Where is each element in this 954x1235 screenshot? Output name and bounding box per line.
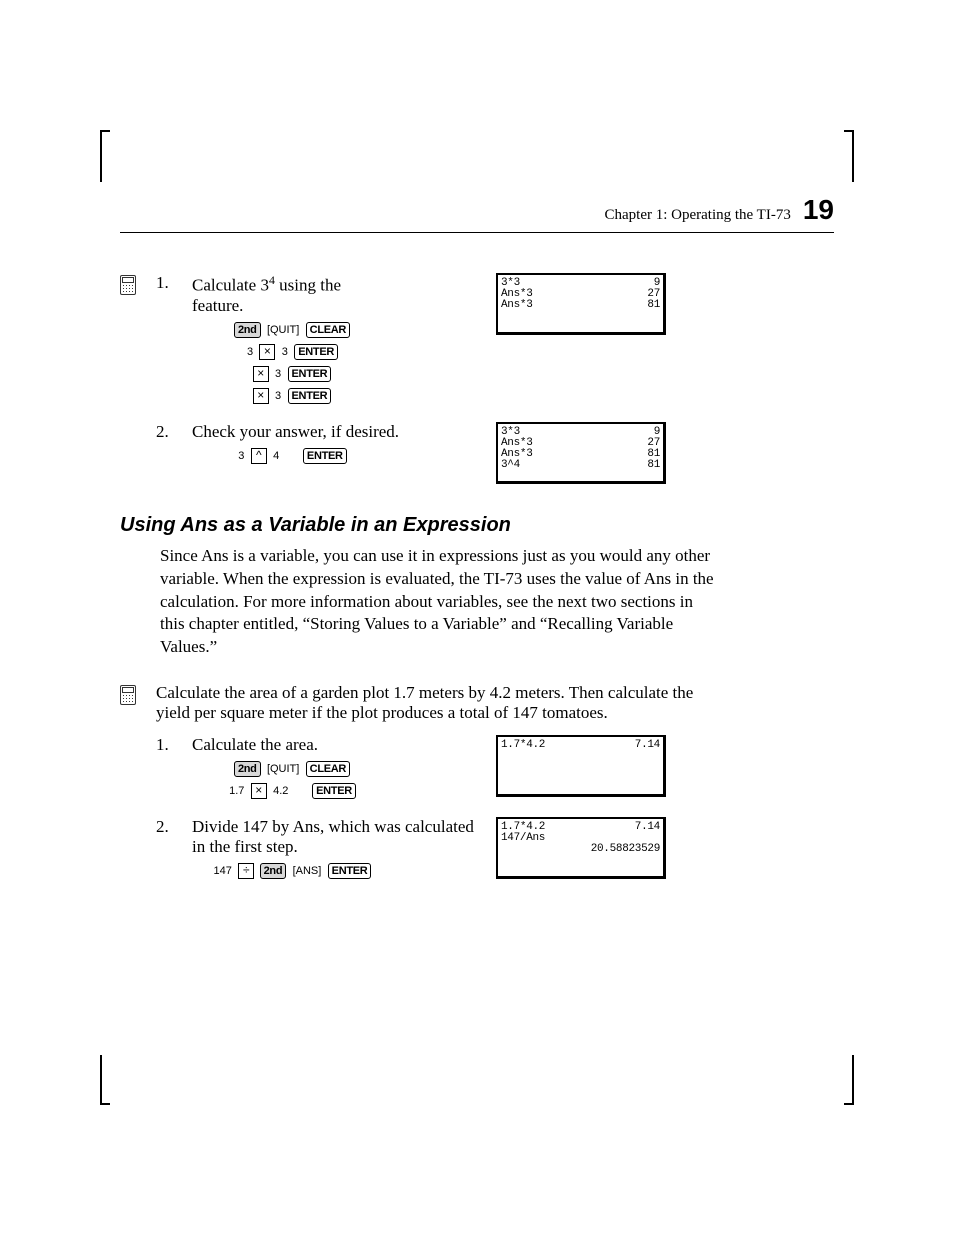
key-quit: [QUIT] [267,763,299,775]
calculator-icon [120,685,136,705]
crop-mark [100,130,132,182]
section-heading: Using Ans as a Variable in an Expression [120,514,834,537]
step-text: Calculate 34 using the feature. [192,273,482,316]
key-sequence: 2nd [QUIT] CLEAR [192,761,392,777]
crop-mark [822,1055,854,1105]
example-intro: Calculate the area of a garden plot 1.7 … [120,683,834,723]
crop-mark [822,130,854,182]
key-enter: ENTER [328,863,372,879]
intro-text: Calculate the area of a garden plot 1.7 … [156,683,716,723]
step-number: 2. [156,817,178,885]
calculator-screen: 1.7*4.27.14 147/Ans 20.58823529 [496,817,666,879]
key-times: × [259,344,275,360]
step-number: 1. [156,273,178,410]
key-2nd: 2nd [260,863,287,879]
key-sequence: 147 ÷ 2nd [ANS] ENTER [192,863,392,879]
key-sequence: × 3 ENTER [192,388,392,404]
calculator-icon [120,275,136,295]
key-sequence: × 3 ENTER [192,366,392,382]
key-times: × [251,783,267,799]
step-text: Divide 147 by Ans, which was calculated … [192,817,482,857]
calculator-screen: 3*39 Ans*327 Ans*381 [496,273,666,335]
key-sequence: 2nd [QUIT] CLEAR [192,322,392,338]
step-number: 2. [156,422,178,484]
key-enter: ENTER [303,448,347,464]
example-step: 1. Calculate 34 using the feature. 2nd [… [120,273,834,410]
crop-mark [100,1055,132,1105]
key-enter: ENTER [288,388,332,404]
key-2nd: 2nd [234,761,261,777]
key-enter: ENTER [312,783,356,799]
key-sequence: 3 ^ 4 ENTER [192,448,392,464]
key-sequence: 3 × 3 ENTER [192,344,392,360]
chapter-title: Chapter 1: Operating the TI-73 [605,207,791,224]
running-header: Chapter 1: Operating the TI-73 19 [120,190,834,233]
step-number: 1. [156,735,178,805]
key-enter: ENTER [288,366,332,382]
calculator-screen: 1.7*4.27.14 [496,735,666,797]
key-sequence: 1.7 × 4.2 ENTER [192,783,392,799]
key-times: × [253,366,269,382]
key-times: × [253,388,269,404]
key-quit: [QUIT] [267,324,299,336]
key-enter: ENTER [294,344,338,360]
step-text: Calculate the area. [192,735,482,755]
key-clear: CLEAR [306,322,350,338]
calculator-screen: 3*39 Ans*327 Ans*381 3^481 [496,422,666,484]
key-caret: ^ [251,448,267,464]
example-step: 2. Divide 147 by Ans, which was calculat… [120,817,834,885]
key-ans: [ANS] [293,865,322,877]
example-step: 2. Check your answer, if desired. 3 ^ 4 … [120,422,834,484]
example-step: 1. Calculate the area. 2nd [QUIT] CLEAR … [120,735,834,805]
key-divide: ÷ [238,863,254,879]
key-clear: CLEAR [306,761,350,777]
section-paragraph: Since Ans is a variable, you can use it … [160,545,720,660]
page-number: 19 [803,194,834,226]
key-2nd: 2nd [234,322,261,338]
step-text: Check your answer, if desired. [192,422,482,442]
